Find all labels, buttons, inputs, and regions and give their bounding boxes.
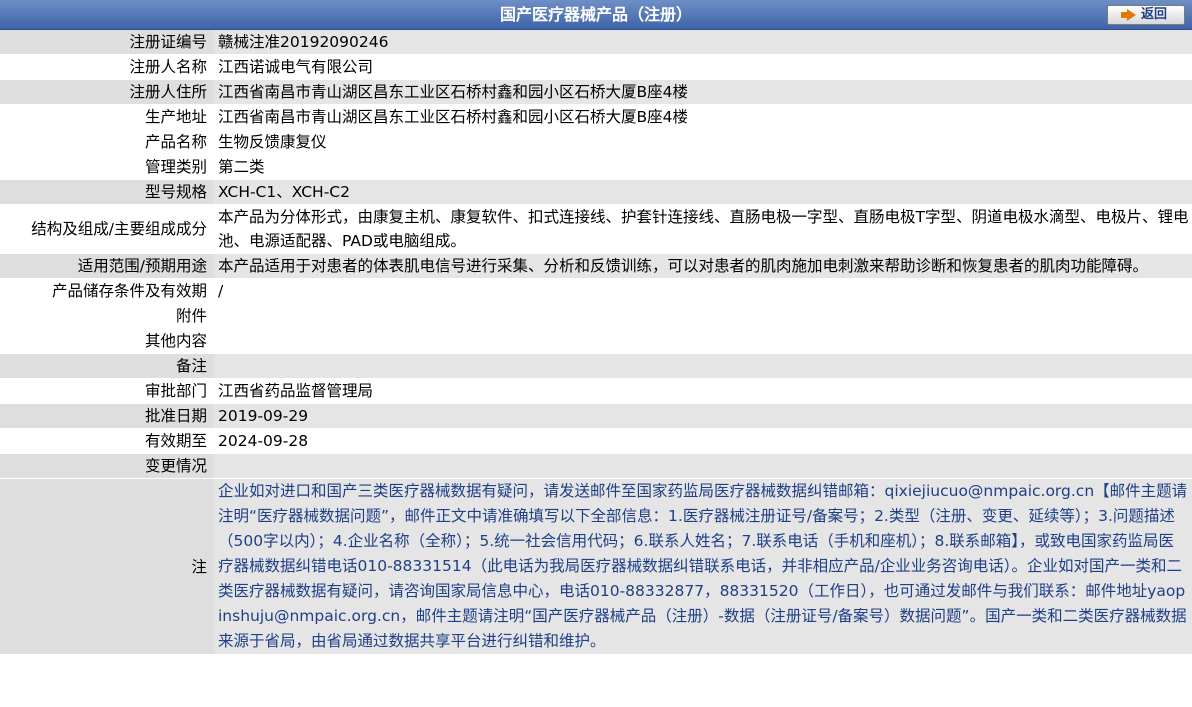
field-value: 2024-09-28 xyxy=(214,428,1192,454)
back-button[interactable]: 返回 xyxy=(1107,5,1185,25)
row-registrant-name: 注册人名称 江西诺诚电气有限公司 xyxy=(0,54,1192,80)
field-value: 本产品适用于对患者的体表肌电信号进行采集、分析和反馈训练，可以对患者的肌肉施加电… xyxy=(214,253,1192,279)
field-label: 变更情况 xyxy=(0,453,214,479)
row-intended-use: 适用范围/预期用途 本产品适用于对患者的体表肌电信号进行采集、分析和反馈训练，可… xyxy=(0,253,1192,279)
field-value: 生物反馈康复仪 xyxy=(214,129,1192,155)
field-value xyxy=(214,453,1192,479)
row-attachment: 附件 xyxy=(0,303,1192,329)
field-value: 江西省南昌市青山湖区昌东工业区石桥村鑫和园小区石桥大厦B座4楼 xyxy=(214,104,1192,130)
field-label: 注册人住所 xyxy=(0,79,214,105)
field-value xyxy=(214,303,1192,329)
field-label: 注册证编号 xyxy=(0,30,214,55)
row-registrant-address: 注册人住所 江西省南昌市青山湖区昌东工业区石桥村鑫和园小区石桥大厦B座4楼 xyxy=(0,79,1192,105)
field-value: 江西省药品监督管理局 xyxy=(214,378,1192,404)
field-value xyxy=(214,353,1192,379)
field-label: 批准日期 xyxy=(0,403,214,429)
field-label: 生产地址 xyxy=(0,104,214,130)
field-label: 管理类别 xyxy=(0,154,214,180)
field-label: 有效期至 xyxy=(0,428,214,454)
field-value xyxy=(214,328,1192,354)
field-value: 江西诺诚电气有限公司 xyxy=(214,54,1192,80)
row-remarks: 备注 xyxy=(0,353,1192,379)
field-label: 其他内容 xyxy=(0,328,214,354)
field-value: 2019-09-29 xyxy=(214,403,1192,429)
row-production-address: 生产地址 江西省南昌市青山湖区昌东工业区石桥村鑫和园小区石桥大厦B座4楼 xyxy=(0,104,1192,130)
field-value: 第二类 xyxy=(214,154,1192,180)
field-label: 产品名称 xyxy=(0,129,214,155)
row-management-class: 管理类别 第二类 xyxy=(0,154,1192,180)
page-title: 国产医疗器械产品（注册） xyxy=(499,5,692,24)
row-change-history: 变更情况 xyxy=(0,453,1192,479)
field-label: 注 xyxy=(0,478,214,655)
row-product-name: 产品名称 生物反馈康复仪 xyxy=(0,129,1192,155)
field-label: 结构及组成/主要组成成分 xyxy=(0,204,214,254)
row-structure-composition: 结构及组成/主要组成成分 本产品为分体形式，由康复主机、康复软件、扣式连接线、护… xyxy=(0,204,1192,254)
page-header: 国产医疗器械产品（注册） 返回 xyxy=(0,0,1192,30)
detail-table: 注册证编号 赣械注准20192090246 注册人名称 江西诺诚电气有限公司 注… xyxy=(0,30,1192,655)
row-approval-department: 审批部门 江西省药品监督管理局 xyxy=(0,378,1192,404)
row-registration-number: 注册证编号 赣械注准20192090246 xyxy=(0,30,1192,55)
field-label: 附件 xyxy=(0,303,214,329)
field-value: 本产品为分体形式，由康复主机、康复软件、扣式连接线、护套针连接线、直肠电极一字型… xyxy=(214,204,1192,254)
field-value: / xyxy=(214,278,1192,304)
field-label: 审批部门 xyxy=(0,378,214,404)
field-label: 注册人名称 xyxy=(0,54,214,80)
field-value: 赣械注准20192090246 xyxy=(214,30,1192,55)
field-value: XCH-C1、XCH-C2 xyxy=(214,179,1192,205)
row-storage-validity: 产品储存条件及有效期 / xyxy=(0,278,1192,304)
back-button-label: 返回 xyxy=(1140,7,1167,22)
row-approval-date: 批准日期 2019-09-29 xyxy=(0,403,1192,429)
row-valid-until: 有效期至 2024-09-28 xyxy=(0,428,1192,454)
row-note: 注 企业如对进口和国产三类医疗器械数据有疑问，请发送邮件至国家药监局医疗器械数据… xyxy=(0,478,1192,655)
arrow-right-icon xyxy=(1120,9,1136,21)
note-text: 企业如对进口和国产三类医疗器械数据有疑问，请发送邮件至国家药监局医疗器械数据纠错… xyxy=(218,482,1188,650)
field-label: 备注 xyxy=(0,353,214,379)
field-label: 型号规格 xyxy=(0,179,214,205)
field-value: 江西省南昌市青山湖区昌东工业区石桥村鑫和园小区石桥大厦B座4楼 xyxy=(214,79,1192,105)
field-label: 产品储存条件及有效期 xyxy=(0,278,214,304)
row-model-spec: 型号规格 XCH-C1、XCH-C2 xyxy=(0,179,1192,205)
field-label: 适用范围/预期用途 xyxy=(0,253,214,279)
row-other-content: 其他内容 xyxy=(0,328,1192,354)
